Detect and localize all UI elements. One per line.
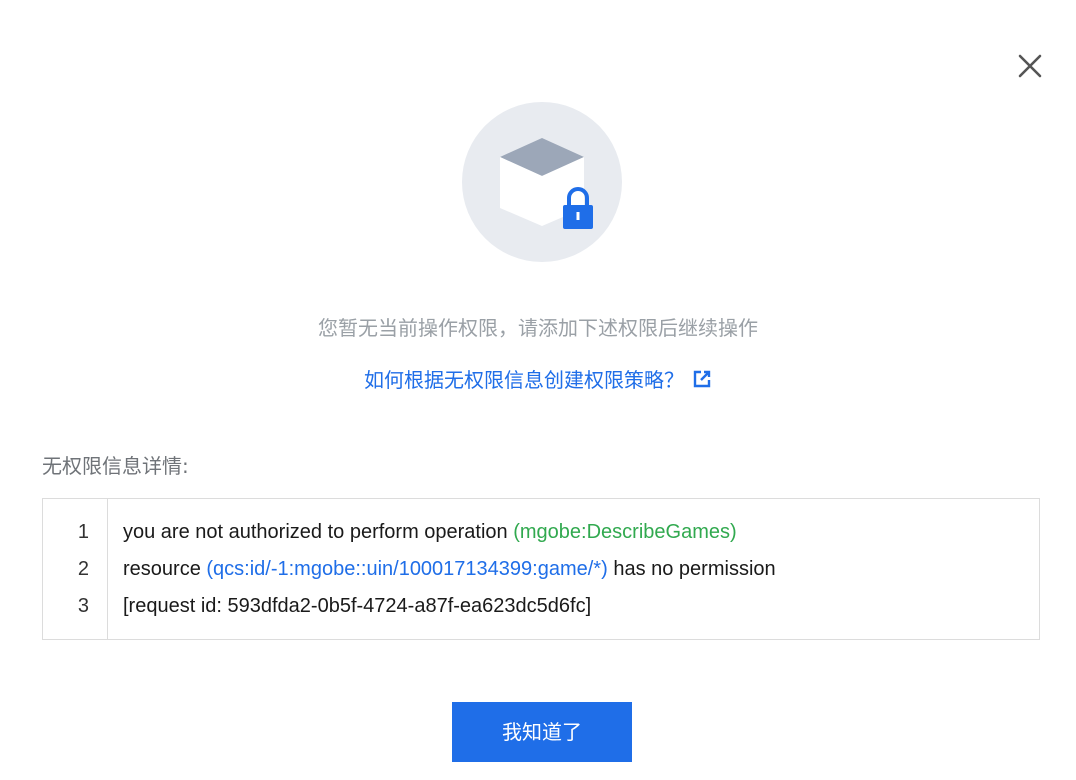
line-number: 1: [77, 521, 89, 543]
line-number: 2: [77, 558, 89, 580]
line-number-gutter: 1 2 3: [43, 499, 108, 639]
detail-text: you are not authorized to perform operat…: [123, 521, 514, 543]
action-name: (mgobe:DescribeGames): [513, 521, 737, 543]
detail-label: 无权限信息详情:: [42, 454, 189, 478]
detail-line-2: resource (qcs:id/-1:mgobe::uin/100017134…: [123, 558, 776, 581]
confirm-button[interactable]: 我知道了: [452, 702, 632, 762]
help-link[interactable]: 如何根据无权限信息创建权限策略？: [0, 364, 1076, 394]
permission-message: 您暂无当前操作权限，请添加下述权限后继续操作: [318, 316, 758, 340]
line-number: 3: [77, 595, 89, 617]
help-link-label: 如何根据无权限信息创建权限策略？: [364, 368, 684, 392]
detail-text: resource: [123, 558, 207, 580]
detail-text: has no permission: [607, 558, 776, 580]
permission-details-box: 1 2 3 you are not authorized to perform …: [42, 498, 1040, 640]
detail-line-3: [request id: 593dfda2-0b5f-4724-a87f-ea6…: [123, 595, 592, 617]
close-icon[interactable]: [1012, 48, 1048, 84]
resource-name: (qcs:id/-1:mgobe::uin/100017134399:game/…: [206, 558, 608, 580]
locked-box-icon: [462, 102, 622, 262]
external-link-icon: [692, 369, 712, 394]
detail-line-1: you are not authorized to perform operat…: [123, 521, 737, 544]
